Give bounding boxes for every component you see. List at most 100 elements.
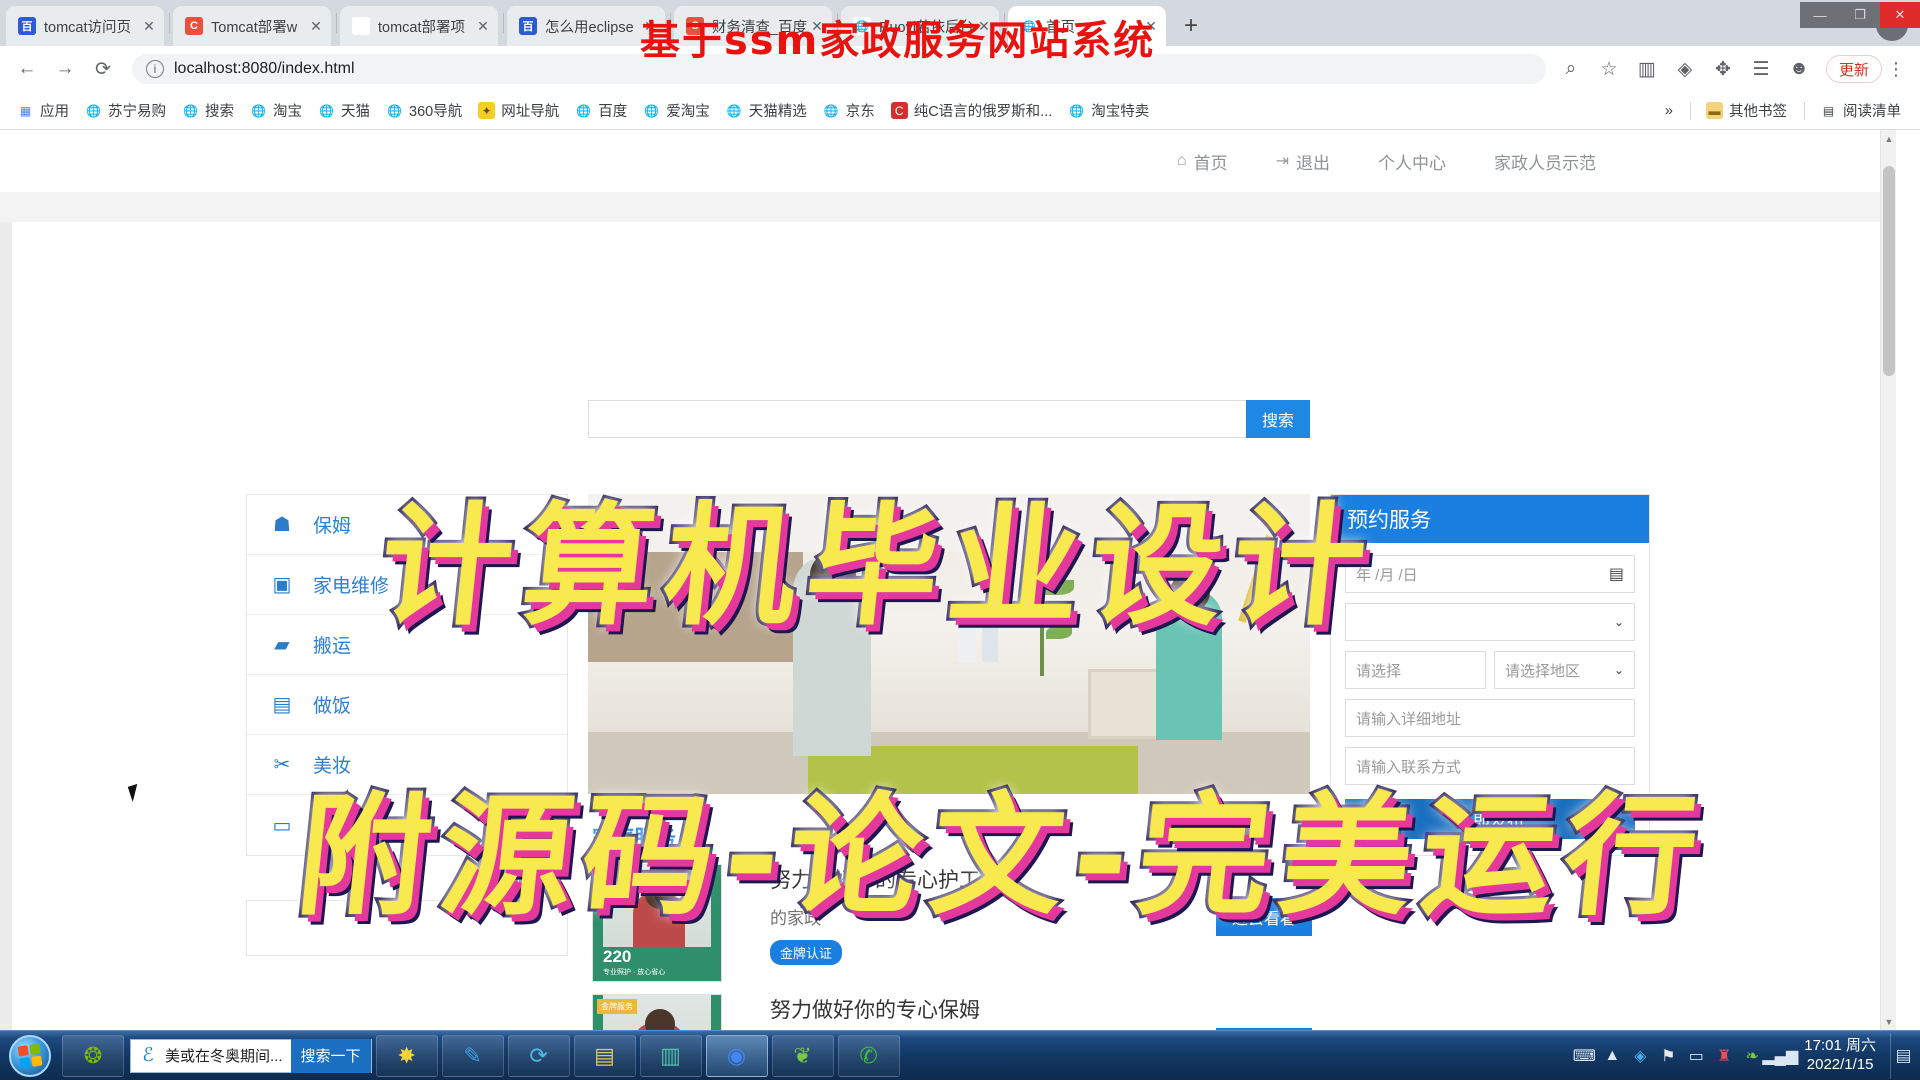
category-label: 做饭 bbox=[313, 696, 352, 717]
nav-label: 首页 bbox=[1193, 153, 1228, 173]
page-scrollbar[interactable]: ▲ ▼ bbox=[1880, 130, 1896, 1030]
bookmarks-overflow-button[interactable]: » bbox=[1658, 101, 1680, 121]
bookmark-item[interactable]: ✦ 网址导航 bbox=[471, 98, 566, 123]
category-item-cooking[interactable]: ▤ 做饭 bbox=[247, 675, 567, 735]
reading-mode-icon[interactable]: ▥ bbox=[1630, 52, 1664, 86]
profile-icon[interactable]: ☻ bbox=[1782, 52, 1816, 86]
back-icon[interactable]: ← bbox=[10, 52, 44, 86]
bookmark-label: 百度 bbox=[598, 104, 628, 120]
cooking-icon: ▤ bbox=[272, 694, 292, 716]
bookmark-item[interactable]: 🌐 天猫精选 bbox=[719, 98, 814, 123]
close-icon[interactable]: ✕ bbox=[140, 17, 158, 35]
ie-search-box[interactable]: ℰ 美或在冬奥期间... 搜索一下 bbox=[130, 1038, 372, 1073]
browser-tab[interactable]: C Tomcat部署w ✕ bbox=[173, 6, 331, 46]
taskbar-app-yellow[interactable]: ✸ bbox=[375, 1034, 438, 1077]
bookmark-item[interactable]: 🌐 360导航 bbox=[379, 98, 469, 123]
chevron-up-icon[interactable]: ▲ bbox=[1598, 1039, 1626, 1073]
close-icon[interactable]: ✕ bbox=[474, 17, 492, 35]
browser-tab[interactable]: 知 tomcat部署项 ✕ bbox=[340, 6, 498, 46]
bookmarks-bar: ▦ 应用 🌐 苏宁易购 🌐 搜索 🌐 淘宝 🌐 天猫 🌐 360导航 ✦ 网址导… bbox=[0, 92, 1920, 130]
search-button[interactable]: 搜索 bbox=[1246, 400, 1310, 438]
booking-city-select[interactable]: 请选择 bbox=[1345, 651, 1486, 689]
blue-pen-icon: ✎ bbox=[463, 1042, 482, 1068]
taskbar-clock[interactable]: 17:01 周六 2022/1/15 bbox=[1794, 1037, 1886, 1075]
flag-alert-icon[interactable]: ⚑ bbox=[1654, 1039, 1682, 1073]
toolbar-right: ⌕ ☆ ▥ ◈ ✥ ☰ ☻ 更新 ⋮ bbox=[1554, 52, 1910, 86]
close-icon[interactable]: ✕ bbox=[307, 17, 325, 35]
puzzle-icon[interactable]: ✥ bbox=[1706, 52, 1740, 86]
minimize-button[interactable]: — bbox=[1800, 2, 1840, 28]
bookmark-label: 苏宁易购 bbox=[108, 104, 166, 120]
bookmark-item[interactable]: 🌐 京东 bbox=[816, 98, 882, 123]
region-placeholder: 请选择地区 bbox=[1505, 662, 1581, 680]
bookmark-label: 天猫 bbox=[341, 104, 370, 120]
bookmark-item[interactable]: 🌐 搜索 bbox=[175, 98, 241, 123]
list-icon[interactable]: ☰ bbox=[1744, 52, 1778, 86]
leaf-icon: ❦ bbox=[793, 1042, 812, 1068]
maximize-button[interactable]: ❐ bbox=[1840, 2, 1880, 28]
nav-item-logout[interactable]: ⇥ 退出 bbox=[1276, 149, 1330, 174]
blue-shield-icon[interactable]: ◈ bbox=[1626, 1039, 1654, 1073]
taskbar-app-leaf[interactable]: ❦ bbox=[771, 1034, 834, 1077]
calendar-icon[interactable]: ▤ bbox=[1609, 564, 1624, 584]
taskbar-app-explorer[interactable]: ▤ bbox=[573, 1034, 636, 1077]
site-info-icon[interactable]: i bbox=[146, 60, 164, 78]
extension-icon[interactable]: ◈ bbox=[1668, 52, 1702, 86]
bookmark-item[interactable]: C 纯C语言的俄罗斯和... bbox=[884, 98, 1060, 123]
reading-list-icon: ▤ bbox=[1822, 103, 1835, 118]
booking-address-input[interactable]: 请输入详细地址 bbox=[1345, 699, 1635, 737]
system-tray: ⌨ ▲ ◈ ⚑ ▭ ♜ ❧ ▂▄▆ 17:01 周六 2022/1/15 ▤ bbox=[1570, 1031, 1920, 1080]
tab-title: tomcat部署项 bbox=[378, 19, 466, 36]
service-list-item[interactable]: 金牌服务 220 专业照护 · 放心省心 努力做好你的专心保姆 徐州最友好的家 bbox=[592, 982, 1312, 1030]
bookmark-item[interactable]: 🌐 天猫 bbox=[311, 98, 377, 123]
other-bookmarks-folder[interactable]: ▬ 其他书签 bbox=[1699, 98, 1794, 123]
signal-bars-icon[interactable]: ▂▄▆ bbox=[1762, 1039, 1798, 1073]
booking-date-field[interactable]: 年 /月 /日 ▤ bbox=[1345, 555, 1635, 593]
scroll-up-icon[interactable]: ▲ bbox=[1881, 130, 1897, 147]
bookmark-item[interactable]: 🌐 百度 bbox=[568, 98, 634, 123]
taskbar-app-wechat[interactable]: ✆ bbox=[837, 1034, 900, 1077]
bookmark-item[interactable]: 🌐 苏宁易购 bbox=[78, 98, 173, 123]
bookmark-star-icon[interactable]: ☆ bbox=[1592, 52, 1626, 86]
booking-region-select[interactable]: 请选择地区 ⌄ bbox=[1494, 651, 1635, 689]
chevron-down-icon: ⌄ bbox=[1613, 663, 1624, 677]
bookmark-apps[interactable]: ▦ 应用 bbox=[10, 98, 76, 123]
ie-search-button[interactable]: 搜索一下 bbox=[290, 1038, 371, 1073]
reading-list-button[interactable]: ▤ 阅读清单 bbox=[1813, 98, 1908, 123]
security-icon[interactable]: ♜ bbox=[1710, 1039, 1738, 1073]
taskbar-app-editor[interactable]: ✎ bbox=[441, 1034, 504, 1077]
forward-icon[interactable]: → bbox=[48, 52, 82, 86]
zhihu-icon: 知 bbox=[352, 17, 370, 35]
taskbar-app-msn[interactable]: ❂ bbox=[62, 1034, 124, 1077]
nav-item-staff-showcase[interactable]: 家政人员示范 bbox=[1494, 149, 1596, 174]
nav-item-personal-center[interactable]: 个人中心 bbox=[1378, 149, 1446, 174]
keyboard-icon[interactable]: ⌨ bbox=[1570, 1039, 1598, 1073]
bookmark-item[interactable]: 🌐 淘宝特卖 bbox=[1061, 98, 1156, 123]
nav-item-home[interactable]: ⌂ 首页 bbox=[1177, 149, 1228, 174]
reload-icon[interactable]: ⟳ bbox=[86, 52, 120, 86]
taskbar-app-chrome[interactable]: ◉ bbox=[705, 1034, 768, 1077]
show-desktop-button[interactable]: ▤ bbox=[1890, 1032, 1916, 1079]
browser-tab[interactable]: 百 tomcat访问页 ✕ bbox=[6, 6, 164, 46]
close-window-button[interactable]: ✕ bbox=[1880, 2, 1920, 28]
search-zoom-icon[interactable]: ⌕ bbox=[1554, 52, 1588, 86]
baidu-icon: 百 bbox=[519, 17, 537, 35]
bookmark-label: 淘宝 bbox=[273, 104, 302, 120]
search-bar: 搜索 bbox=[588, 400, 1310, 438]
divider bbox=[1690, 101, 1691, 120]
search-input[interactable] bbox=[588, 400, 1246, 438]
update-button[interactable]: 更新 bbox=[1825, 55, 1882, 83]
start-button[interactable] bbox=[2, 1033, 58, 1079]
booking-service-select[interactable]: ⌄ bbox=[1345, 603, 1635, 641]
taskbar-app-sync[interactable]: ⟳ bbox=[507, 1034, 570, 1077]
yellow-bird-icon: ✸ bbox=[397, 1042, 416, 1068]
monitor-icon[interactable]: ▭ bbox=[1682, 1039, 1710, 1073]
bookmark-item[interactable]: 🌐 爱淘宝 bbox=[636, 98, 717, 123]
new-tab-button[interactable]: + bbox=[1174, 9, 1208, 43]
scrollbar-thumb[interactable] bbox=[1883, 166, 1895, 376]
taskbar-app-chart[interactable]: ▥ bbox=[639, 1034, 702, 1077]
chrome-menu-icon[interactable]: ⋮ bbox=[1882, 52, 1910, 86]
bookmark-item[interactable]: 🌐 淘宝 bbox=[243, 98, 309, 123]
thumb-edge bbox=[711, 995, 721, 1030]
scroll-down-icon[interactable]: ▼ bbox=[1881, 1013, 1897, 1030]
